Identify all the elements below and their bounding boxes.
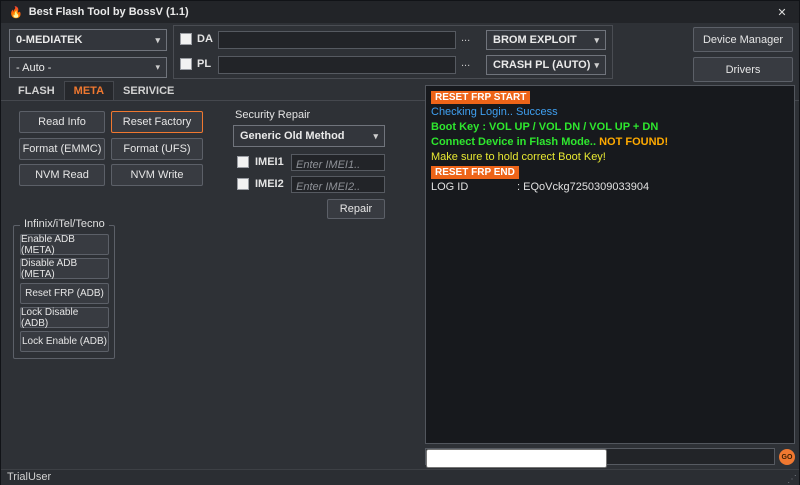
chevron-down-icon: ▾	[155, 62, 160, 73]
platform-select[interactable]: 0-MEDIATEK ▾	[9, 29, 167, 51]
security-repair-title: Security Repair	[235, 109, 310, 121]
lock-enable-adb-button[interactable]: Lock Enable (ADB)	[20, 331, 109, 352]
auto-select-value: - Auto -	[16, 62, 51, 74]
brom-exploit-select[interactable]: BROM EXPLOIT ▾	[486, 30, 606, 50]
format-emmc-button[interactable]: Format (EMMC)	[19, 138, 105, 160]
pl-browse-button[interactable]: ...	[461, 57, 470, 69]
chevron-down-icon: ▾	[373, 131, 378, 142]
log-line: Connect Device in Flash Mode.. NOT FOUND…	[431, 135, 789, 150]
auto-select[interactable]: - Auto - ▾	[9, 57, 167, 78]
imei1-field[interactable]	[291, 154, 385, 171]
security-repair-group: Security Repair Generic Old Method ▾ IME…	[233, 109, 391, 213]
log-id-label: LOG ID	[431, 180, 517, 195]
app-window: 🔥 Best Flash Tool by BossV (1.1) ✕ 0-MED…	[0, 0, 800, 485]
chevron-down-icon: ▾	[155, 35, 160, 46]
titlebar: 🔥 Best Flash Tool by BossV (1.1) ✕	[1, 1, 799, 23]
command-field[interactable]	[425, 448, 775, 465]
log-line: RESET FRP END	[431, 165, 789, 180]
imei2-input[interactable]	[292, 180, 384, 195]
lock-disable-adb-button[interactable]: Lock Disable (ADB)	[20, 307, 109, 328]
brom-exploit-value: BROM EXPLOIT	[493, 34, 577, 46]
da-path-field[interactable]	[218, 31, 456, 49]
status-user-label: TrialUser	[7, 471, 51, 483]
window-title: Best Flash Tool by BossV (1.1)	[29, 6, 189, 18]
flame-icon: 🔥	[9, 6, 23, 19]
platform-select-value: 0-MEDIATEK	[16, 34, 82, 46]
log-badge-frp-start: RESET FRP START	[431, 91, 530, 104]
command-input[interactable]	[426, 449, 607, 468]
pl-checkbox[interactable]	[180, 58, 192, 70]
log-line: LOG ID: EQoVckg7250309033904	[431, 180, 789, 195]
disable-adb-meta-button[interactable]: Disable ADB (META)	[20, 258, 109, 279]
imei2-label: IMEI2	[255, 178, 284, 190]
log-line: RESET FRP START	[431, 90, 789, 105]
chevron-down-icon: ▾	[594, 35, 599, 46]
resize-grip[interactable]: ⋰	[787, 474, 797, 485]
tab-flash[interactable]: FLASH	[9, 82, 64, 100]
pl-label: PL	[197, 58, 211, 70]
da-checkbox[interactable]	[180, 33, 192, 45]
chevron-down-icon: ▾	[594, 60, 599, 71]
reset-frp-adb-button[interactable]: Reset FRP (ADB)	[20, 283, 109, 304]
read-info-button[interactable]: Read Info	[19, 111, 105, 133]
repair-method-select[interactable]: Generic Old Method ▾	[233, 125, 385, 147]
imei2-checkbox[interactable]	[237, 178, 249, 190]
log-connect-text: Connect Device in Flash Mode..	[431, 136, 596, 148]
imei1-label: IMEI1	[255, 156, 284, 168]
da-browse-button[interactable]: ...	[461, 32, 470, 44]
imei1-input[interactable]	[292, 158, 384, 173]
log-line: Make sure to hold correct Boot Key!	[431, 150, 789, 165]
send-command-button[interactable]: GO	[779, 449, 795, 465]
da-label: DA	[197, 33, 213, 45]
imei2-field[interactable]	[291, 176, 385, 193]
log-notfound-text: NOT FOUND!	[596, 136, 668, 148]
log-badge-frp-end: RESET FRP END	[431, 166, 519, 179]
pl-path-input[interactable]	[219, 59, 455, 75]
log-line: Boot Key : VOL UP / VOL DN / VOL UP + DN	[431, 120, 789, 135]
repair-method-value: Generic Old Method	[240, 130, 345, 142]
log-console[interactable]: RESET FRP START Checking Login.. Success…	[425, 85, 795, 444]
go-icon: GO	[782, 454, 793, 461]
nvm-read-button[interactable]: NVM Read	[19, 164, 105, 186]
tab-meta[interactable]: META	[64, 81, 114, 100]
crash-pl-value: CRASH PL (AUTO)	[493, 59, 590, 71]
da-path-input[interactable]	[219, 34, 455, 50]
close-icon: ✕	[777, 6, 786, 19]
repair-button[interactable]: Repair	[327, 199, 385, 219]
tab-serivice[interactable]: SERIVICE	[114, 82, 183, 100]
log-id-value: : EQoVckg7250309033904	[517, 181, 649, 193]
status-bar: TrialUser ⋰	[1, 469, 799, 485]
crash-pl-select[interactable]: CRASH PL (AUTO) ▾	[486, 55, 606, 75]
adb-groupbox: Infinix/iTel/Tecno Enable ADB (META) Dis…	[13, 225, 115, 359]
enable-adb-meta-button[interactable]: Enable ADB (META)	[20, 234, 109, 255]
device-manager-button[interactable]: Device Manager	[693, 27, 793, 52]
imei1-checkbox[interactable]	[237, 156, 249, 168]
format-ufs-button[interactable]: Format (UFS)	[111, 138, 203, 160]
close-button[interactable]: ✕	[765, 1, 799, 23]
log-line: Checking Login.. Success	[431, 105, 789, 120]
pl-path-field[interactable]	[218, 56, 456, 74]
da-pl-groupbox: DA ... BROM EXPLOIT ▾ PL ... CRASH PL (A…	[173, 25, 613, 79]
reset-factory-button[interactable]: Reset Factory	[111, 111, 203, 133]
nvm-write-button[interactable]: NVM Write	[111, 164, 203, 186]
drivers-button[interactable]: Drivers	[693, 57, 793, 82]
adb-group-title: Infinix/iTel/Tecno	[20, 218, 109, 230]
